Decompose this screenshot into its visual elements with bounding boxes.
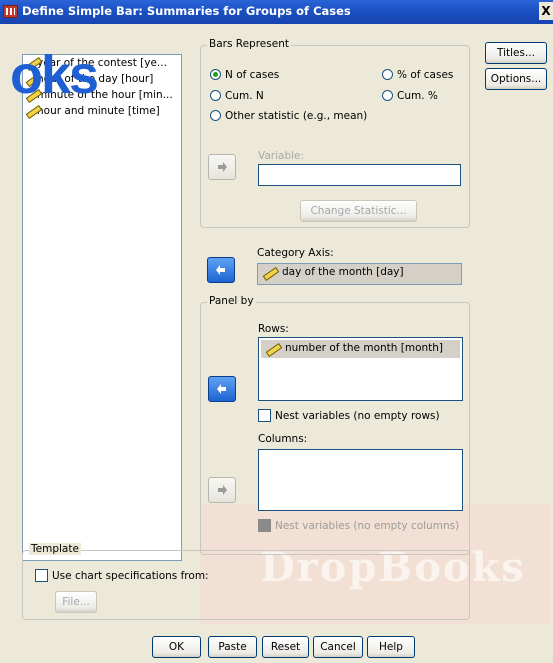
- columns-label: Columns:: [258, 433, 308, 445]
- radio-dot: [210, 69, 221, 80]
- ruler-icon: [25, 105, 41, 116]
- radio-pct-of-cases-label: % of cases: [397, 69, 454, 81]
- title-bar: Define Simple Bar: Summaries for Groups …: [0, 0, 553, 24]
- checkbox-box: [35, 569, 48, 582]
- dialog-body: DropBooks year of the contest [ye... hour…: [0, 24, 553, 663]
- bars-represent-group: Bars Represent N of cases % of cases Cum…: [200, 38, 470, 228]
- ruler-icon: [25, 89, 41, 100]
- paste-button[interactable]: Paste: [208, 636, 257, 658]
- arrow-left-icon: [217, 384, 226, 394]
- ruler-icon: [25, 57, 41, 68]
- arrow-left-icon: [216, 265, 225, 275]
- window-title: Define Simple Bar: Summaries for Groups …: [22, 4, 351, 18]
- radio-dot: [382, 69, 393, 80]
- variable-list-item-label: hour of the day [hour]: [37, 73, 154, 85]
- use-chart-spec-checkbox[interactable]: Use chart specifications from:: [35, 569, 209, 582]
- options-button[interactable]: Options...: [485, 68, 547, 90]
- ruler-icon: [262, 267, 278, 278]
- use-chart-spec-label: Use chart specifications from:: [52, 570, 209, 582]
- reset-button[interactable]: Reset: [262, 636, 309, 658]
- panel-by-group: Panel by Rows: number of the month [mont…: [200, 295, 470, 555]
- bars-represent-legend: Bars Represent: [207, 38, 291, 50]
- variable-label: Variable:: [258, 150, 305, 162]
- ok-button[interactable]: OK: [152, 636, 201, 658]
- template-group: Template Use chart specifications from: …: [22, 543, 470, 620]
- arrow-right-icon: [218, 485, 227, 495]
- variable-list-item[interactable]: year of the contest [ye...: [23, 55, 181, 71]
- panel-by-legend: Panel by: [207, 295, 256, 307]
- variable-list-item-label: year of the contest [ye...: [37, 57, 167, 69]
- template-legend: Template: [29, 543, 81, 555]
- checkbox-box: [258, 409, 271, 422]
- close-button[interactable]: X: [539, 2, 553, 20]
- category-axis-value: day of the month [day]: [282, 266, 404, 278]
- radio-dot: [210, 90, 221, 101]
- cancel-button[interactable]: Cancel: [313, 636, 363, 658]
- variable-list[interactable]: year of the contest [ye... hour of the da…: [22, 54, 182, 561]
- ruler-icon: [25, 73, 41, 84]
- variable-list-item-label: minute of the hour [min...: [37, 89, 173, 101]
- variable-list-item[interactable]: hour and minute [time]: [23, 103, 181, 119]
- help-button[interactable]: Help: [367, 636, 415, 658]
- move-to-rows-button[interactable]: [208, 376, 236, 402]
- radio-dot: [210, 110, 221, 121]
- move-to-variable-button[interactable]: [208, 154, 236, 180]
- variable-field[interactable]: [258, 164, 461, 186]
- rows-selected-item[interactable]: number of the month [month]: [261, 340, 460, 358]
- nest-rows-checkbox[interactable]: Nest variables (no empty rows): [258, 409, 440, 422]
- category-axis-field[interactable]: day of the month [day]: [257, 263, 462, 285]
- rows-label: Rows:: [258, 323, 289, 335]
- file-button[interactable]: File...: [55, 591, 97, 613]
- radio-dot: [382, 90, 393, 101]
- rows-list[interactable]: number of the month [month]: [258, 337, 463, 401]
- rows-value: number of the month [month]: [285, 342, 444, 354]
- nest-columns-label: Nest variables (no empty columns): [275, 520, 460, 532]
- radio-cum-n-label: Cum. N: [225, 90, 264, 102]
- nest-columns-checkbox[interactable]: Nest variables (no empty columns): [258, 519, 459, 532]
- variable-list-item[interactable]: minute of the hour [min...: [23, 87, 181, 103]
- radio-cum-n[interactable]: Cum. N: [210, 90, 264, 103]
- radio-cum-pct[interactable]: Cum. %: [382, 90, 438, 103]
- variable-list-item[interactable]: hour of the day [hour]: [23, 71, 181, 87]
- radio-n-of-cases[interactable]: N of cases: [210, 69, 279, 82]
- radio-pct-of-cases[interactable]: % of cases: [382, 69, 453, 82]
- arrow-right-icon: [218, 162, 227, 172]
- titles-button[interactable]: Titles...: [485, 42, 547, 64]
- ruler-icon: [265, 343, 281, 354]
- category-axis-label: Category Axis:: [257, 247, 334, 259]
- change-statistic-button[interactable]: Change Statistic...: [300, 200, 417, 222]
- radio-other-statistic[interactable]: Other statistic (e.g., mean): [210, 110, 367, 123]
- variable-list-item-label: hour and minute [time]: [37, 105, 160, 117]
- checkbox-box: [258, 519, 271, 532]
- nest-rows-label: Nest variables (no empty rows): [275, 410, 440, 422]
- radio-cum-pct-label: Cum. %: [397, 90, 438, 102]
- move-to-category-axis-button[interactable]: [207, 257, 235, 283]
- radio-n-of-cases-label: N of cases: [225, 69, 280, 81]
- move-to-columns-button[interactable]: [208, 477, 236, 503]
- chart-app-icon: [3, 5, 18, 18]
- columns-list[interactable]: [258, 449, 463, 511]
- radio-other-statistic-label: Other statistic (e.g., mean): [225, 110, 368, 122]
